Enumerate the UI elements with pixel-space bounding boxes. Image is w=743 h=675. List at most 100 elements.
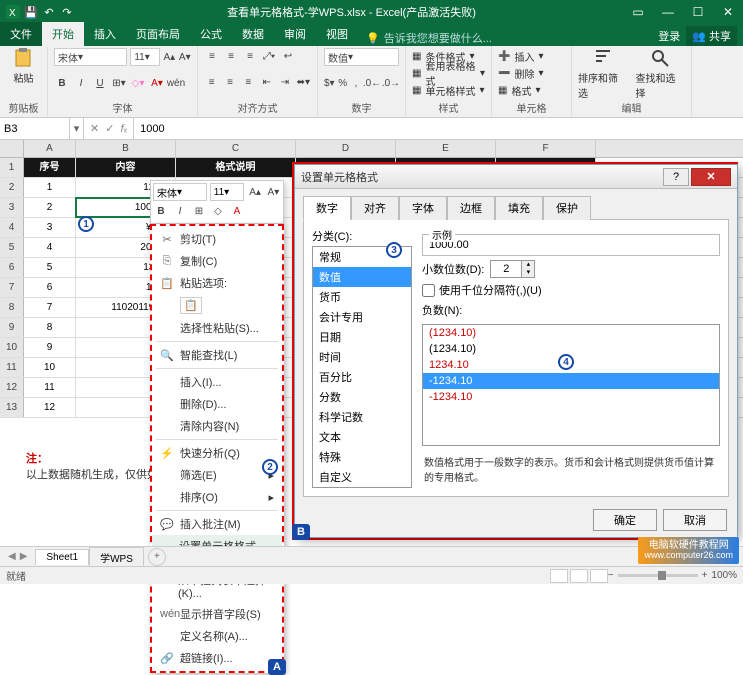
sheet-tab-2[interactable]: 学WPS (89, 547, 144, 567)
align-left-icon[interactable]: ≡ (204, 74, 219, 90)
neg-opt[interactable]: -1234.10 (423, 389, 719, 405)
cat-fraction[interactable]: 分数 (313, 387, 411, 407)
dlgtab-align[interactable]: 对齐 (351, 196, 399, 220)
number-format-combo[interactable]: 数值 ▾ (324, 48, 399, 66)
fx-icon[interactable]: fₓ (120, 123, 127, 135)
namebox-dropdown-icon[interactable]: ▾ (70, 118, 84, 139)
ctx-paste-special[interactable]: 选择性粘贴(S)... (152, 317, 282, 339)
formula-input[interactable]: 1000 (134, 123, 743, 135)
align-right-icon[interactable]: ≡ (241, 74, 256, 90)
tab-home[interactable]: 开始 (42, 22, 84, 46)
thousands-checkbox[interactable]: 使用千位分隔符(,)(U) (422, 282, 720, 298)
find-select-button[interactable]: 查找和选择 (636, 48, 686, 100)
tab-layout[interactable]: 页面布局 (126, 22, 190, 46)
category-list[interactable]: 常规 数值 货币 会计专用 日期 时间 百分比 分数 科学记数 文本 特殊 自定… (312, 246, 412, 488)
tab-formula[interactable]: 公式 (190, 22, 232, 46)
dlgtab-font[interactable]: 字体 (399, 196, 447, 220)
neg-opt[interactable]: (1234.10) (423, 325, 719, 341)
row-hdr-1[interactable]: 1 (0, 158, 24, 177)
col-D[interactable]: D (296, 140, 396, 157)
orientation-icon[interactable]: ⤢▾ (261, 48, 277, 64)
format-cells[interactable]: ▦ 格式 ▾ (498, 83, 565, 99)
cat-text[interactable]: 文本 (313, 427, 411, 447)
dialog-close-icon[interactable]: ✕ (691, 168, 731, 186)
spin-down-icon[interactable]: ▾ (522, 269, 534, 277)
border-icon[interactable]: ⊞▾ (111, 75, 127, 91)
mini-grow-icon[interactable]: A▴ (247, 184, 262, 200)
percent-icon[interactable]: % (338, 75, 348, 91)
col-F[interactable]: F (496, 140, 596, 157)
phonetic-icon[interactable]: wén (168, 75, 184, 91)
name-box[interactable]: B3 (0, 118, 70, 139)
indent-inc-icon[interactable]: ⇥ (277, 74, 292, 90)
inc-dec-icon[interactable]: .0← (364, 75, 380, 91)
paste-icon-small[interactable]: 📋 (180, 297, 202, 314)
cancel-formula-icon[interactable]: ✕ (90, 122, 99, 135)
mini-border-icon[interactable]: ⊞ (191, 203, 207, 219)
login-link[interactable]: 登录 (658, 28, 680, 44)
cell-styles[interactable]: ▦ 单元格样式 ▾ (412, 83, 485, 99)
cat-scientific[interactable]: 科学记数 (313, 407, 411, 427)
font-size-combo[interactable]: 11 ▾ (130, 48, 160, 66)
hdr-cell[interactable]: 内容 (76, 158, 176, 177)
mini-size[interactable]: 11▾ (210, 183, 245, 201)
zoom-out-icon[interactable]: − (608, 570, 614, 581)
comma-icon[interactable]: , (351, 75, 361, 91)
view-break-icon[interactable] (590, 569, 608, 583)
neg-opt[interactable]: (1234.10) (423, 341, 719, 357)
decimals-input[interactable] (491, 261, 521, 277)
merge-icon[interactable]: ⬌▾ (296, 74, 311, 90)
cat-accounting[interactable]: 会计专用 (313, 307, 411, 327)
italic-icon[interactable]: I (73, 75, 89, 91)
cat-time[interactable]: 时间 (313, 347, 411, 367)
currency-icon[interactable]: $▾ (324, 75, 335, 91)
fill-color-icon[interactable]: ◇▾ (130, 75, 146, 91)
tab-data[interactable]: 数据 (232, 22, 274, 46)
share-button[interactable]: 👥共享 (686, 26, 737, 46)
dlgtab-protect[interactable]: 保护 (543, 196, 591, 220)
col-B[interactable]: B (76, 140, 176, 157)
dec-dec-icon[interactable]: .0→ (383, 75, 399, 91)
ribbon-options-icon[interactable]: ▭ (623, 0, 653, 24)
cat-date[interactable]: 日期 (313, 327, 411, 347)
table-format[interactable]: ▦ 套用表格格式 ▾ (412, 65, 485, 81)
cat-currency[interactable]: 货币 (313, 287, 411, 307)
tab-review[interactable]: 审阅 (274, 22, 316, 46)
grow-font-icon[interactable]: A▴ (163, 49, 175, 65)
indent-dec-icon[interactable]: ⇤ (259, 74, 274, 90)
tab-insert[interactable]: 插入 (84, 22, 126, 46)
paste-button[interactable]: 粘贴 (6, 48, 41, 85)
ctx-sort[interactable]: 排序(O)▸ (152, 486, 282, 508)
mini-italic-icon[interactable]: I (172, 203, 188, 219)
ctx-delete[interactable]: 删除(D)... (152, 393, 282, 415)
redo-icon[interactable]: ↷ (60, 5, 74, 19)
shrink-font-icon[interactable]: A▾ (179, 49, 191, 65)
select-all[interactable] (0, 140, 24, 157)
ctx-quick-analysis[interactable]: ⚡快速分析(Q) (152, 442, 282, 464)
dlgtab-number[interactable]: 数字 (303, 196, 351, 220)
sheet-nav-next-icon[interactable]: ▶ (20, 551, 28, 562)
maximize-icon[interactable]: ☐ (683, 0, 713, 24)
mini-shrink-icon[interactable]: A▾ (266, 184, 281, 200)
close-icon[interactable]: ✕ (713, 0, 743, 24)
enter-formula-icon[interactable]: ✓ (105, 122, 114, 135)
col-A[interactable]: A (24, 140, 76, 157)
align-top-icon[interactable]: ≡ (204, 48, 220, 64)
ctx-clear[interactable]: 清除内容(N) (152, 415, 282, 437)
save-icon[interactable]: 💾 (24, 5, 38, 19)
bold-icon[interactable]: B (54, 75, 70, 91)
ctx-pinyin[interactable]: wén显示拼音字段(S) (152, 603, 282, 625)
minimize-icon[interactable]: — (653, 0, 683, 24)
tab-file[interactable]: 文件 (0, 22, 42, 46)
add-sheet-icon[interactable]: + (148, 548, 166, 566)
wrap-icon[interactable]: ↩ (280, 48, 296, 64)
align-bot-icon[interactable]: ≡ (242, 48, 258, 64)
delete-cells[interactable]: ➖ 删除 ▾ (498, 65, 565, 81)
cat-percent[interactable]: 百分比 (313, 367, 411, 387)
negative-list[interactable]: (1234.10) (1234.10) 1234.10 -1234.10 -12… (422, 324, 720, 446)
ctx-paste-btn[interactable]: 📋 (152, 294, 282, 317)
ctx-insert[interactable]: 插入(I)... (152, 371, 282, 393)
undo-icon[interactable]: ↶ (42, 5, 56, 19)
decimals-spinner[interactable]: ▴▾ (490, 260, 535, 278)
insert-cells[interactable]: ➕ 插入 ▾ (498, 48, 565, 64)
